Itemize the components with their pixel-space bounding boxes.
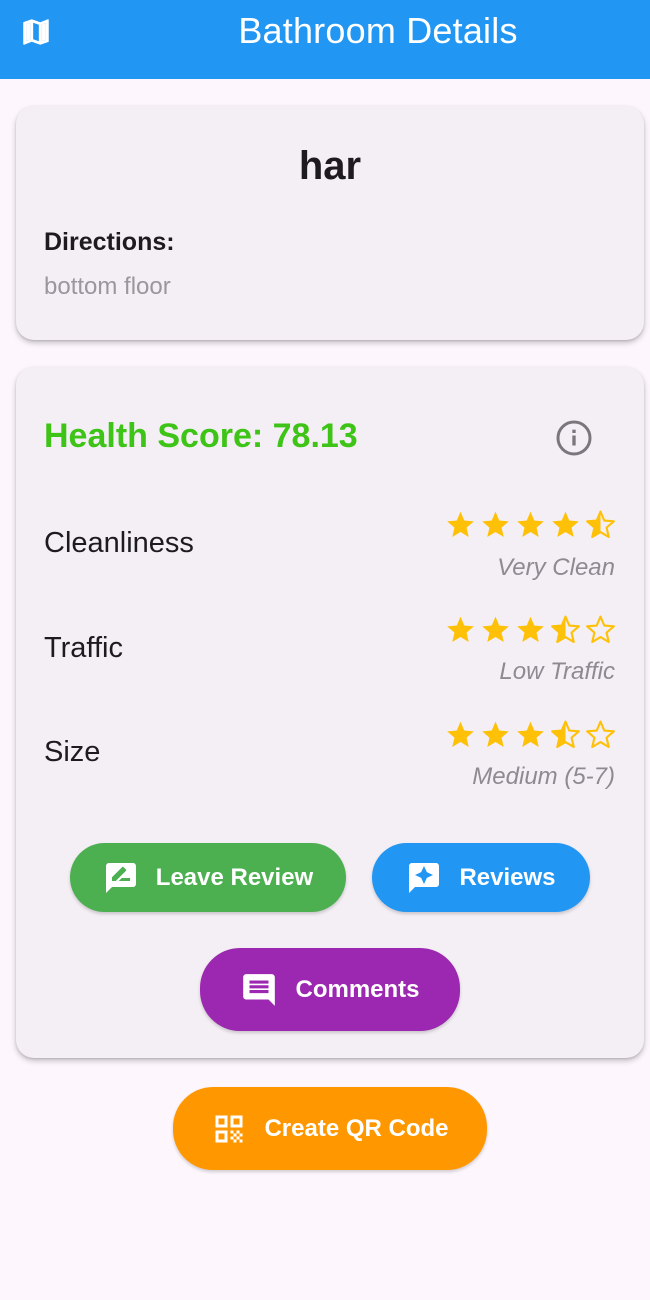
full-star-icon <box>482 721 509 747</box>
create-qr-code-button[interactable]: Create QR Code <box>173 1087 487 1170</box>
star-rating-size <box>443 719 619 751</box>
reviews-label: Reviews <box>459 863 556 891</box>
full-star-icon <box>517 721 544 747</box>
full-star-icon <box>517 616 544 642</box>
bathroom-info-card: har Directions: bottom floor <box>16 106 644 340</box>
full-star-icon <box>552 511 579 537</box>
create-qr-code-label: Create QR Code <box>264 1114 449 1142</box>
full-star-icon <box>447 721 474 747</box>
rating-description-cleanliness: Very Clean <box>497 554 615 581</box>
ratings-card: Health Score: 78.13 Cleanliness Very Cle… <box>16 367 644 1058</box>
empty-star-icon <box>586 615 615 644</box>
leave-review-button[interactable]: Leave Review <box>70 843 346 912</box>
full-star-icon <box>482 616 509 642</box>
comment-icon <box>240 971 278 1009</box>
comments-label: Comments <box>295 975 420 1003</box>
app-bar: Bathroom Details <box>0 0 650 79</box>
half-star-icon <box>551 615 580 644</box>
health-score: Health Score: 78.13 <box>44 417 358 455</box>
full-star-icon <box>447 511 474 537</box>
rating-description-traffic: Low Traffic <box>499 658 615 685</box>
rate-review-icon <box>103 860 139 896</box>
empty-star-icon <box>586 720 615 749</box>
full-star-icon <box>447 616 474 642</box>
qr-code-icon <box>211 1111 247 1147</box>
page-title: Bathroom Details <box>238 10 518 51</box>
rating-label-size: Size <box>44 736 101 768</box>
leave-review-label: Leave Review <box>155 863 314 891</box>
bathroom-name: har <box>298 144 362 188</box>
half-star-icon <box>551 720 580 749</box>
full-star-icon <box>517 511 544 537</box>
rating-description-size: Medium (5-7) <box>472 763 615 790</box>
directions-label: Directions: <box>44 228 175 256</box>
rating-label-traffic: Traffic <box>44 632 123 664</box>
info-outline-icon[interactable] <box>554 418 594 458</box>
rating-label-cleanliness: Cleanliness <box>44 527 194 559</box>
star-rating-cleanliness <box>443 509 619 541</box>
reviews-button[interactable]: Reviews <box>372 843 590 912</box>
reviews-icon <box>406 860 442 896</box>
directions-value: bottom floor <box>44 273 171 300</box>
comments-button[interactable]: Comments <box>200 948 460 1031</box>
star-rating-traffic <box>443 614 619 646</box>
full-star-icon <box>482 511 509 537</box>
half-star-icon <box>586 510 615 539</box>
